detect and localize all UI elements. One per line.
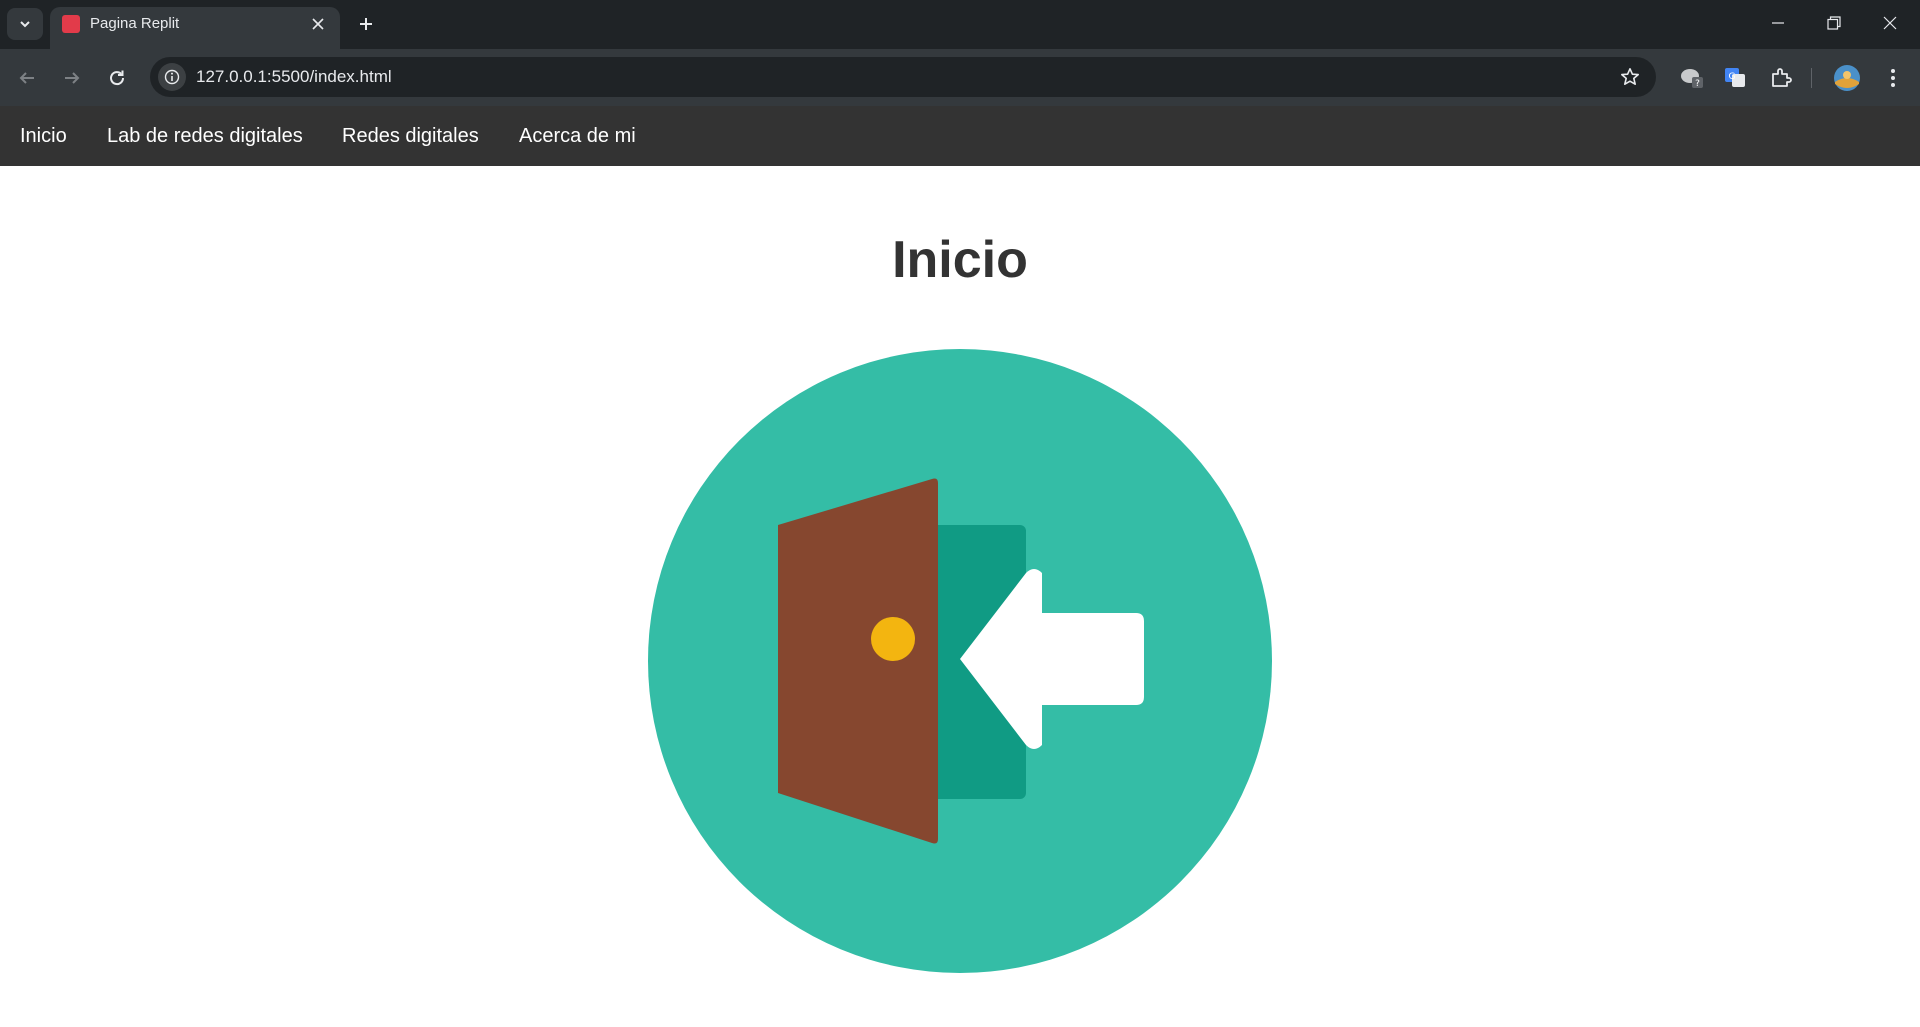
close-icon bbox=[1883, 16, 1897, 30]
minimize-icon bbox=[1772, 22, 1784, 24]
chevron-down-icon bbox=[20, 21, 30, 28]
puzzle-icon bbox=[1772, 68, 1792, 87]
page-title: Inicio bbox=[892, 231, 1028, 289]
close-window-button[interactable] bbox=[1862, 0, 1918, 46]
address-bar[interactable]: 127.0.0.1:5500/index.html bbox=[150, 57, 1656, 97]
star-icon bbox=[1621, 68, 1639, 85]
more-vertical-icon bbox=[1891, 69, 1895, 87]
site-info-button[interactable] bbox=[158, 63, 186, 91]
toolbar-separator bbox=[1811, 68, 1812, 88]
nav-link-acerca-de-mi[interactable]: Acerca de mi bbox=[519, 124, 636, 148]
restore-button[interactable] bbox=[1806, 0, 1862, 46]
new-tab-button[interactable] bbox=[352, 10, 380, 38]
plus-icon bbox=[360, 18, 372, 30]
arrow-left-icon bbox=[19, 72, 34, 84]
nav-link-lab-redes[interactable]: Lab de redes digitales bbox=[107, 124, 303, 148]
back-button[interactable] bbox=[10, 61, 44, 95]
door-enter-icon bbox=[648, 349, 1272, 973]
restore-icon bbox=[1827, 16, 1841, 30]
reload-button[interactable] bbox=[100, 61, 134, 95]
extensions-button[interactable] bbox=[1764, 61, 1798, 95]
bookmark-button[interactable] bbox=[1618, 65, 1642, 89]
translate-icon: G bbox=[1725, 68, 1745, 87]
tab-close-button[interactable] bbox=[308, 14, 328, 34]
info-icon bbox=[164, 69, 180, 85]
browser-toolbar: 127.0.0.1:5500/index.html ? G bbox=[0, 49, 1920, 106]
translate-button[interactable]: G bbox=[1718, 61, 1752, 95]
forward-button[interactable] bbox=[55, 61, 89, 95]
tab-search-button[interactable] bbox=[7, 8, 43, 40]
svg-text:G: G bbox=[1729, 72, 1736, 82]
password-manager-button[interactable]: ? bbox=[1676, 61, 1710, 95]
svg-text:?: ? bbox=[1695, 79, 1700, 89]
browser-tab[interactable]: Pagina Replit bbox=[50, 7, 340, 49]
door-panel bbox=[778, 478, 938, 844]
nav-link-redes-digitales[interactable]: Redes digitales bbox=[342, 124, 479, 148]
key-shield-icon: ? bbox=[1681, 69, 1703, 89]
tab-title: Pagina Replit bbox=[90, 15, 180, 32]
arrow-right-icon bbox=[65, 72, 80, 84]
favicon-icon bbox=[62, 15, 80, 33]
minimize-button[interactable] bbox=[1750, 0, 1806, 46]
close-icon bbox=[312, 18, 324, 30]
profile-avatar[interactable] bbox=[1830, 61, 1864, 95]
nav-link-inicio[interactable]: Inicio bbox=[20, 124, 67, 148]
door-knob bbox=[871, 617, 915, 661]
browser-tab-strip: Pagina Replit bbox=[0, 0, 1920, 49]
reload-icon bbox=[110, 70, 125, 86]
menu-button[interactable] bbox=[1876, 61, 1910, 95]
url-text: 127.0.0.1:5500/index.html bbox=[196, 67, 392, 86]
avatar-icon bbox=[1834, 65, 1860, 91]
site-nav: Inicio Lab de redes digitales Redes digi… bbox=[0, 106, 1920, 166]
